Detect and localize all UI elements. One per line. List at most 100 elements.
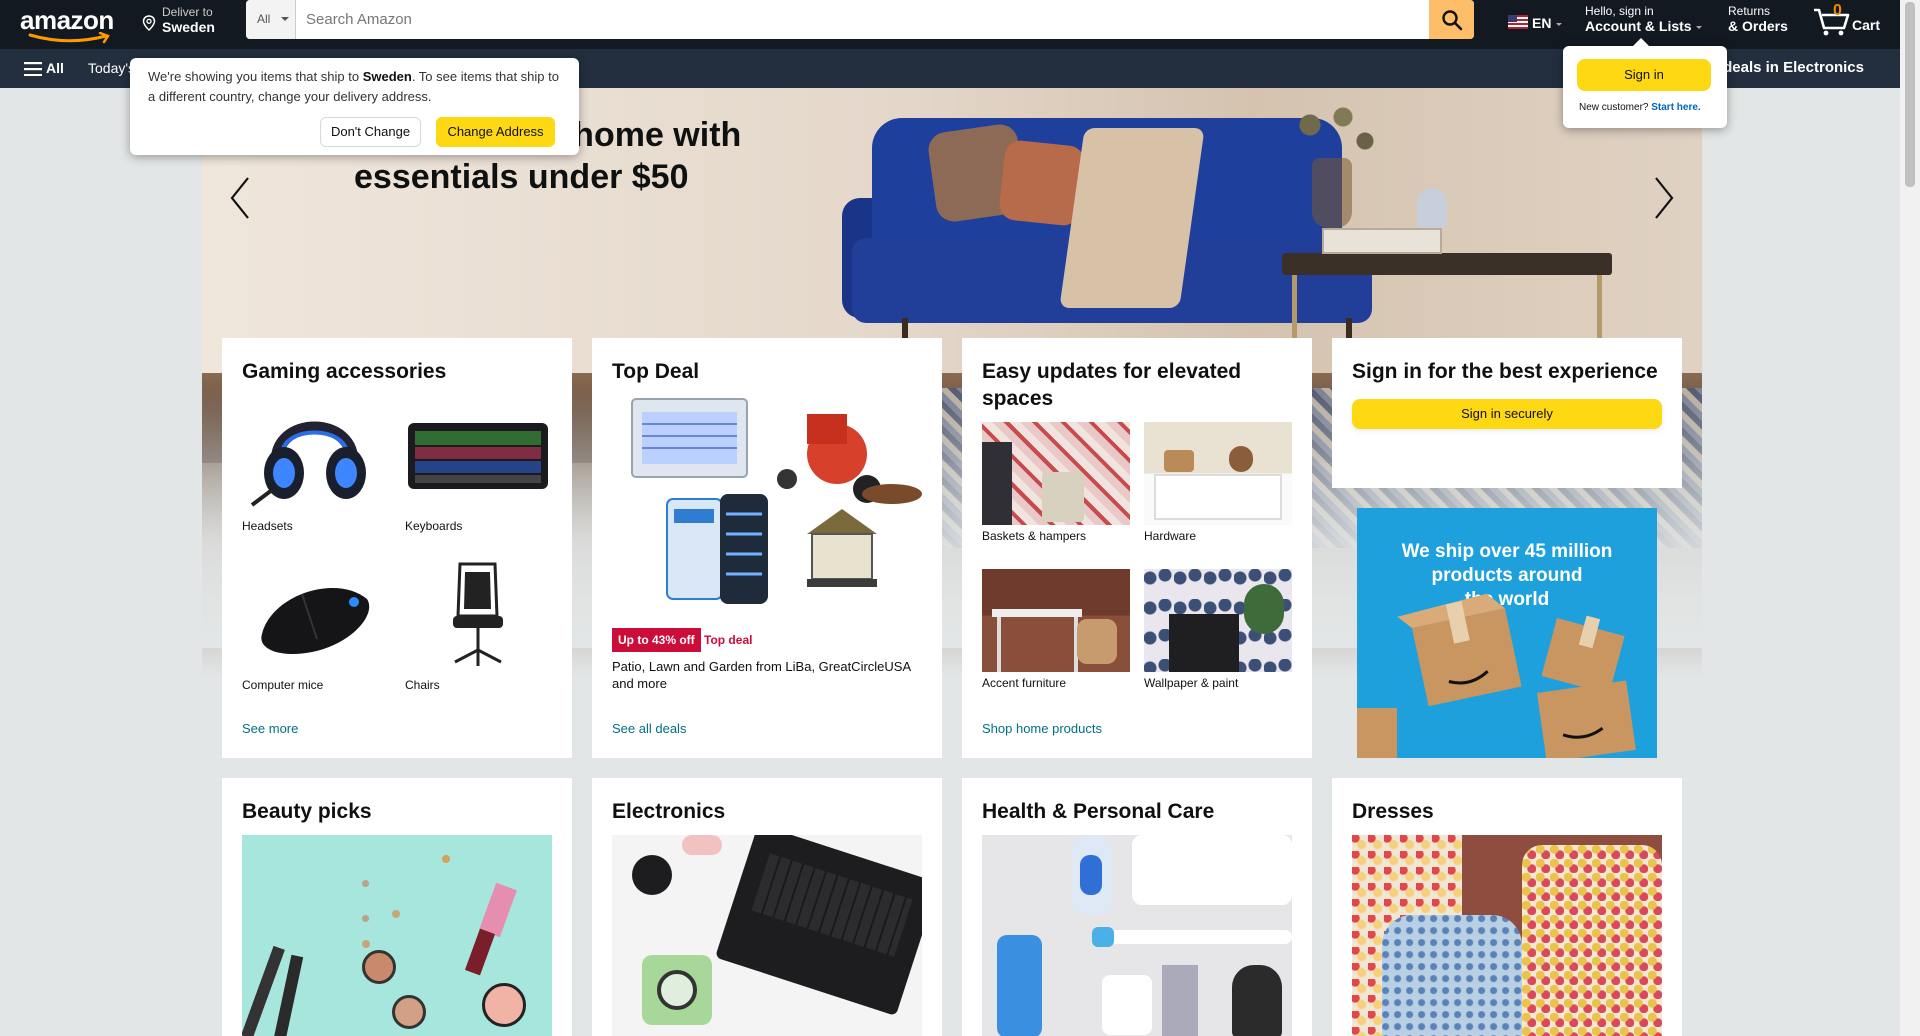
start-here-link[interactable]: Start here.	[1651, 102, 1700, 113]
card-title: Easy updates for elevated spaces	[982, 360, 1242, 410]
orders-label: & Orders	[1728, 18, 1788, 34]
new-customer-text: New customer? Start here.	[1579, 102, 1701, 113]
logo-smile-icon	[28, 32, 110, 44]
tile-caption: Chairs	[405, 678, 440, 692]
tile-caption: Wallpaper & paint	[1144, 676, 1239, 690]
deal-description[interactable]: Patio, Lawn and Garden from LiBa, GreatC…	[612, 658, 927, 692]
see-more-link[interactable]: See more	[242, 721, 298, 736]
see-all-deals-link[interactable]: See all deals	[612, 721, 686, 736]
gaming-accessories-card: Gaming accessories Headsets Keyboards Co…	[222, 338, 572, 758]
cart-count: 0	[1833, 2, 1842, 19]
scrollbar-thumb[interactable]	[1905, 2, 1915, 187]
home-updates-card: Easy updates for elevated spaces Baskets…	[962, 338, 1312, 758]
language-code: EN	[1532, 15, 1552, 31]
dresses-card: Dresses	[1332, 778, 1682, 1036]
amazon-logo[interactable]: amazon	[20, 5, 125, 44]
card-title: Top Deal	[612, 360, 700, 383]
shop-home-products-link[interactable]: Shop home products	[982, 721, 1102, 736]
us-flag-icon	[1508, 15, 1528, 29]
search-submit-button[interactable]	[1429, 0, 1474, 39]
search-input[interactable]	[296, 0, 1424, 39]
top-navigation-bar: amazon Deliver to Sweden All Search Amaz…	[0, 0, 1900, 49]
headsets-tile[interactable]: Headsets	[242, 395, 387, 535]
health-personal-care-image[interactable]	[982, 835, 1292, 1036]
top-deal-label: Top deal	[704, 633, 753, 647]
tile-caption: Baskets & hampers	[982, 529, 1087, 543]
hardware-tile[interactable]: Hardware	[1144, 422, 1292, 547]
all-menu-label: All	[46, 60, 64, 76]
change-address-button[interactable]: Change Address	[436, 117, 555, 147]
account-label: Account & Lists	[1585, 18, 1692, 34]
top-deal-card: Top Deal Up to 43% off Top deal Patio, L…	[592, 338, 942, 758]
shipping-country: Sweden	[362, 69, 412, 84]
dont-change-button[interactable]: Don't Change	[320, 117, 421, 147]
chevron-down-icon	[1695, 25, 1702, 29]
chevron-down-icon	[1556, 23, 1562, 26]
keyboard-image	[408, 423, 548, 489]
sign-in-button[interactable]: Sign in	[1577, 59, 1711, 91]
tile-caption: Headsets	[242, 519, 293, 533]
wallpaper-paint-image	[1144, 569, 1292, 672]
baskets-hampers-tile[interactable]: Baskets & hampers	[982, 422, 1130, 547]
cart-icon	[1814, 8, 1850, 36]
hero-headline-line2: essentials under $50	[354, 158, 689, 196]
electronics-image[interactable]	[612, 835, 922, 1036]
account-sign-in-popover: Sign in New customer? Start here.	[1563, 38, 1727, 128]
shipping-location-popover: We're showing you items that ship to Swe…	[130, 58, 579, 155]
returns-label: Returns	[1728, 4, 1771, 18]
accent-furniture-image	[982, 569, 1130, 672]
card-title: Electronics	[612, 800, 726, 823]
accent-furniture-tile[interactable]: Accent furniture	[982, 569, 1130, 694]
hamburger-menu-icon	[24, 62, 42, 76]
returns-and-orders[interactable]: Returns & Orders	[1728, 4, 1788, 34]
cart-label: Cart	[1852, 17, 1881, 33]
search-bar: All	[246, 0, 1474, 39]
chevron-down-icon	[281, 17, 289, 21]
card-title: Gaming accessories	[242, 360, 447, 383]
card-title: Health & Personal Care	[982, 800, 1215, 823]
hardware-image	[1144, 422, 1292, 525]
deliver-to-label: Deliver to	[162, 5, 213, 19]
discount-badge: Up to 43% off	[612, 628, 701, 652]
deliver-to-country: Sweden	[162, 19, 215, 35]
carousel-next-arrow-icon[interactable]	[1644, 168, 1684, 228]
search-category-dropdown[interactable]: All	[246, 0, 296, 39]
sign-in-securely-button[interactable]: Sign in securely	[1352, 399, 1662, 429]
search-category-label: All	[257, 12, 271, 26]
health-personal-care-card: Health & Personal Care	[962, 778, 1312, 1036]
tile-caption: Accent furniture	[982, 676, 1067, 690]
card-title: Beauty picks	[242, 800, 372, 823]
computer-mice-tile[interactable]: Computer mice	[242, 554, 387, 694]
page-scrollbar[interactable]	[1900, 0, 1920, 1036]
sign-in-card: Sign in for the best experience Sign in …	[1332, 338, 1682, 488]
gaming-chair-image	[453, 562, 503, 666]
wallpaper-paint-tile[interactable]: Wallpaper & paint	[1144, 569, 1292, 694]
carousel-previous-arrow-icon[interactable]	[220, 168, 260, 228]
popover-caret	[1633, 38, 1649, 46]
dresses-image[interactable]	[1352, 835, 1662, 1036]
shipping-boxes-image	[1357, 593, 1636, 758]
electronics-card: Electronics	[592, 778, 942, 1036]
tile-caption: Keyboards	[405, 519, 463, 533]
search-icon	[1441, 9, 1462, 30]
tile-caption: Hardware	[1144, 529, 1197, 543]
shipping-message: We're showing you items that ship to Swe…	[148, 69, 559, 104]
account-greeting: Hello, sign in	[1585, 4, 1654, 18]
card-title: Sign in for the best experience	[1352, 360, 1658, 383]
beauty-picks-card: Beauty picks	[222, 778, 572, 1036]
chairs-tile[interactable]: Chairs	[405, 554, 550, 694]
headset-image	[250, 421, 366, 507]
top-deal-products-image[interactable]	[612, 394, 922, 624]
account-and-lists[interactable]: Hello, sign in Account & Lists	[1585, 4, 1702, 34]
international-shipping-ad[interactable]: We ship over 45 million products around …	[1357, 508, 1657, 758]
cart-button[interactable]: 0 Cart	[1812, 2, 1892, 42]
beauty-picks-image[interactable]	[242, 835, 552, 1036]
keyboards-tile[interactable]: Keyboards	[405, 395, 550, 535]
computer-mouse-image	[261, 587, 370, 654]
card-title: Dresses	[1352, 800, 1434, 823]
hero-coffee-table-image	[1282, 253, 1612, 275]
location-pin-icon	[142, 15, 156, 31]
todays-deals-link[interactable]: Today's	[88, 60, 135, 76]
tile-caption: Computer mice	[242, 678, 324, 692]
baskets-hampers-image	[982, 422, 1130, 525]
